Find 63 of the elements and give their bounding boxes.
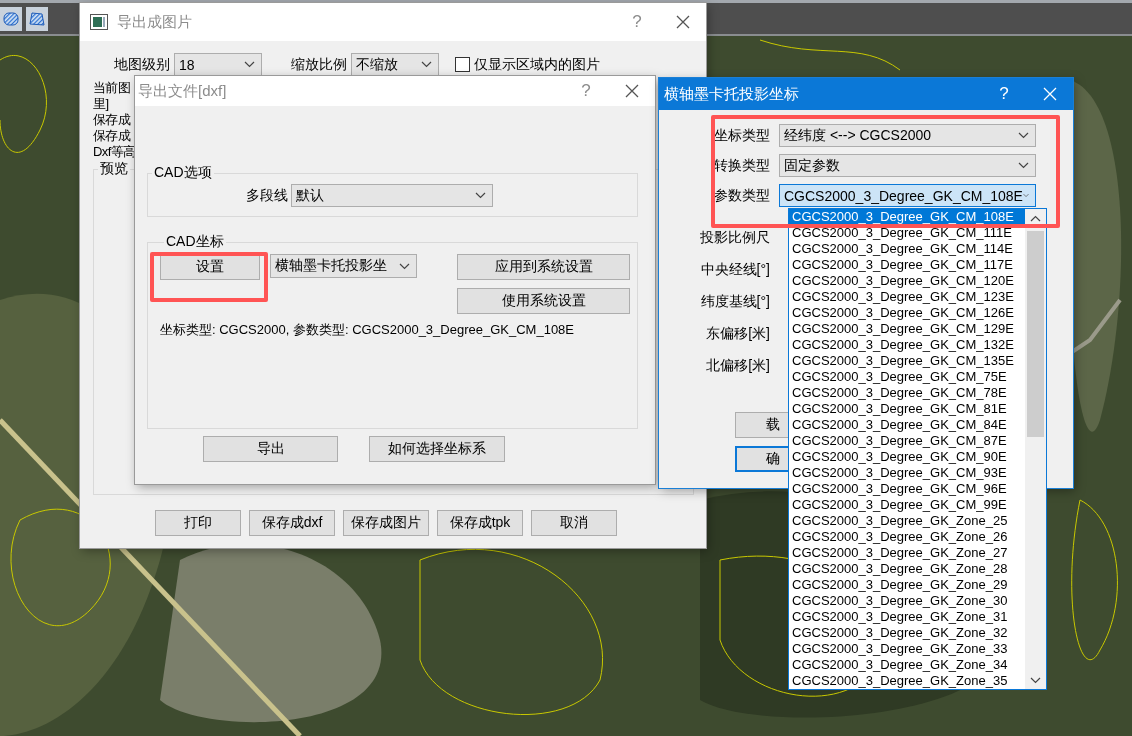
dialog-button[interactable]: 保存成tpk: [437, 510, 523, 536]
close-icon: [676, 15, 690, 29]
chevron-down-icon: [475, 192, 486, 199]
window-title: 导出文件[dxf]: [138, 81, 228, 101]
field-label: 地图级别: [114, 55, 170, 74]
field-label: 东偏移[米]: [705, 325, 771, 343]
help-button[interactable]: ?: [563, 76, 609, 106]
field-label: 参数类型: [713, 186, 771, 205]
tool-button[interactable]: [0, 6, 22, 31]
settings-button[interactable]: 设置: [160, 254, 260, 280]
hatched-polygon-icon: [29, 10, 45, 27]
field-label: 多段线: [246, 186, 288, 205]
tool-button[interactable]: [26, 6, 48, 31]
dialog-button[interactable]: 使用系统设置: [457, 288, 630, 314]
dropdown-field[interactable]: 经纬度 <--> CGCS2000: [779, 124, 1036, 147]
scrollbar[interactable]: [1025, 209, 1046, 689]
dropdown-option[interactable]: CGCS2000_3_Degree_GK_CM_108E: [789, 209, 1025, 225]
scroll-up-icon: [1030, 214, 1041, 222]
field-label: 坐标类型: [713, 126, 771, 145]
info-text: 当前图: [93, 80, 131, 96]
dropdown-field[interactable]: CGCS2000_3_Degree_GK_CM_108E: [779, 184, 1036, 207]
window-title: 横轴墨卡托投影坐标: [664, 84, 800, 104]
dropdown-field[interactable]: 不缩放: [351, 53, 439, 76]
field-label: 北偏移[米]: [705, 357, 771, 375]
field-label: 中央经线[°]: [699, 261, 771, 279]
close-icon: [625, 84, 639, 98]
scroll-down-icon: [1030, 676, 1041, 684]
chevron-down-icon: [1018, 162, 1029, 169]
chevron-down-icon: [1022, 192, 1029, 199]
field-label: 转换类型: [713, 156, 771, 175]
checkbox[interactable]: [455, 57, 470, 72]
help-button[interactable]: ?: [614, 3, 660, 41]
close-icon: [1043, 87, 1057, 101]
group-title: CAD坐标: [165, 233, 225, 251]
info-text: 里]: [93, 96, 109, 112]
dropdown-field[interactable]: 18: [174, 53, 262, 76]
field-label: 投影比例尺: [699, 229, 771, 247]
window-icon: [90, 14, 108, 30]
chevron-down-icon: [421, 61, 432, 68]
coordinate-summary: 坐标类型: CGCS2000, 参数类型: CGCS2000_3_Degree_GK_CM_108E: [160, 322, 574, 338]
help-button[interactable]: ?: [981, 78, 1027, 110]
chevron-down-icon: [1018, 132, 1029, 139]
dropdown-field[interactable]: 横轴墨卡托投影坐: [270, 254, 417, 278]
dialog-button[interactable]: 保存成图片: [343, 510, 429, 536]
info-text: 保存成: [93, 112, 131, 128]
dialog-button[interactable]: 保存成dxf: [249, 510, 335, 536]
group-title: CAD选项: [153, 164, 213, 182]
field-label: 纬度基线[°]: [699, 293, 771, 311]
dialog-button[interactable]: 如何选择坐标系: [369, 436, 505, 462]
dialog-button[interactable]: 取消: [531, 510, 617, 536]
dropdown-field[interactable]: 默认: [291, 184, 493, 207]
window-title: 导出成图片: [117, 12, 193, 32]
chevron-down-icon: [244, 61, 255, 68]
dialog-button[interactable]: 导出: [203, 436, 338, 462]
scrollbar-thumb[interactable]: [1027, 231, 1044, 437]
dropdown-field[interactable]: 固定参数: [779, 154, 1036, 177]
chevron-down-icon: [399, 262, 410, 270]
group-title: 预览: [99, 160, 129, 178]
field-label: 缩放比例: [291, 55, 347, 74]
dialog-button[interactable]: 打印: [155, 510, 241, 536]
dialog-button[interactable]: 应用到系统设置: [457, 254, 630, 280]
info-text: 保存成: [93, 128, 131, 144]
checkbox-label: 仅显示区域内的图片: [474, 55, 600, 74]
